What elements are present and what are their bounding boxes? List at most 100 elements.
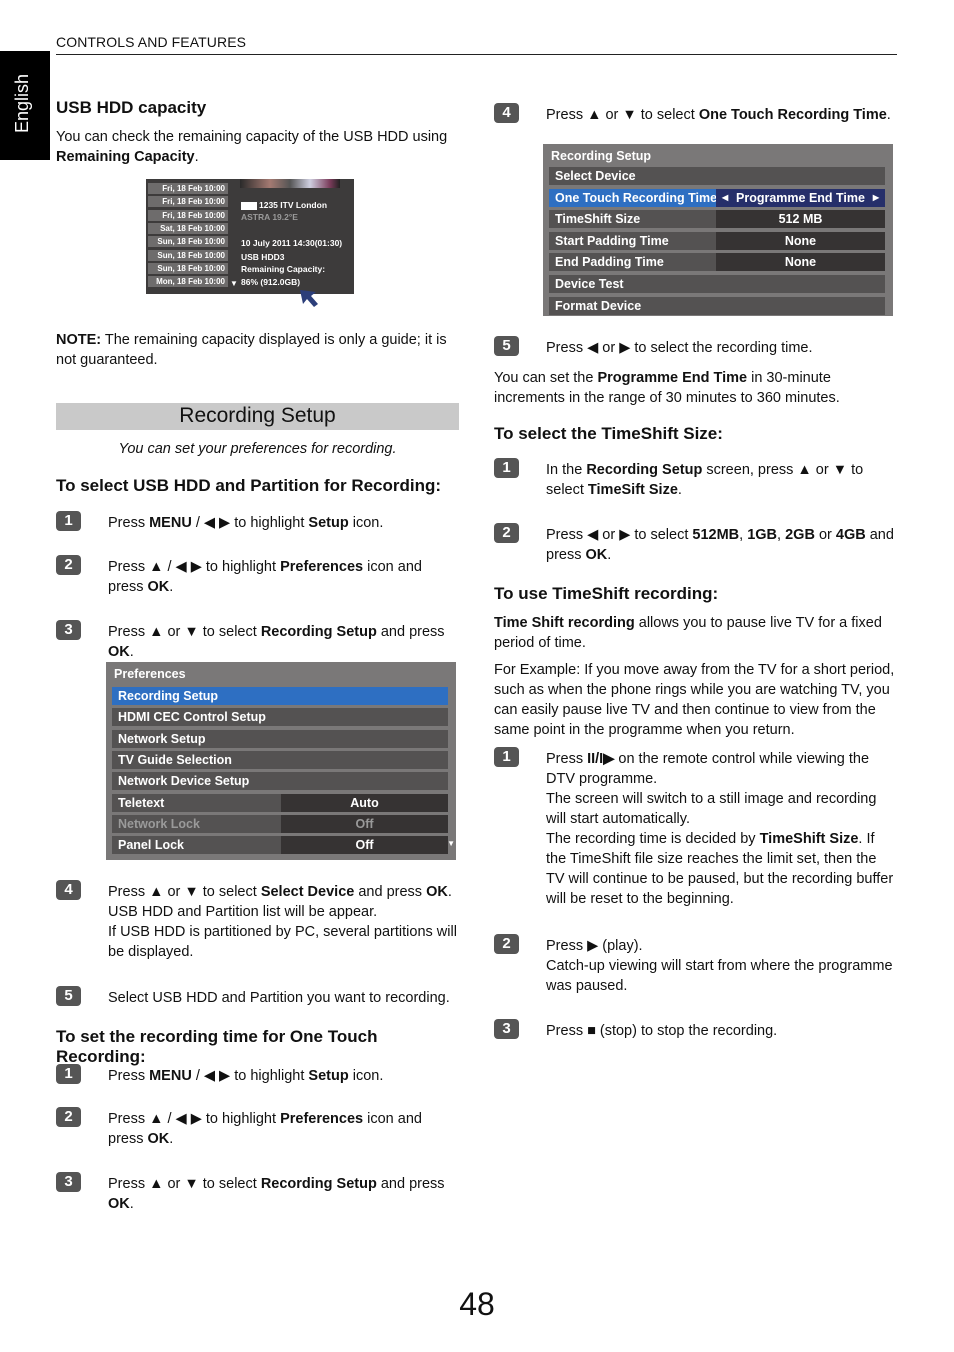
menu-item-label: Panel Lock bbox=[118, 838, 184, 853]
step-line: Catch-up viewing will start from where t… bbox=[546, 956, 898, 996]
text: . bbox=[129, 644, 134, 660]
channel-icon bbox=[241, 201, 257, 210]
menu-item-device-test[interactable]: Device Test bbox=[549, 275, 885, 293]
bold-text: 512MB bbox=[692, 527, 740, 543]
section-heading: To set the recording time for One Touch … bbox=[56, 1027, 378, 1066]
preferences-menu: Preferences Recording Setup HDMI CEC Contr… bbox=[106, 662, 456, 860]
bold-text: One Touch Recording Time bbox=[698, 107, 887, 123]
bold-text: Preferences bbox=[280, 559, 364, 575]
menu-item-panel-lock[interactable]: Panel Lock Off bbox=[112, 836, 448, 855]
channel-info: 1235 ITV London bbox=[241, 200, 327, 210]
text: If USB HDD is partitioned by PC, several… bbox=[108, 924, 457, 960]
section-header: CONTROLS AND FEATURES bbox=[56, 34, 247, 50]
step-line: Press MENU / ◀ ▶ to highlight Setup icon… bbox=[108, 1066, 460, 1086]
menu-item-one-touch-recording-time[interactable]: One Touch Recording Time ◀ ▶ Programme End … bbox=[549, 188, 885, 207]
menu-item-network-device-setup[interactable]: Network Device Setup bbox=[112, 772, 448, 791]
menu-item-timeshift-size[interactable]: TimeShift Size 512 MB bbox=[549, 210, 885, 229]
paragraph: Time Shift recording allows you to pause… bbox=[494, 613, 899, 653]
recording-setup-banner: Recording Setup bbox=[56, 403, 459, 430]
step-number-badge: 2 bbox=[494, 523, 519, 543]
section-heading: To use TimeShift recording: bbox=[494, 584, 719, 603]
step-number-badge: 5 bbox=[56, 986, 81, 1006]
language-tab: English bbox=[0, 51, 50, 160]
step-text: Press ▲ / ◀ ▶ to highlight Preferences i… bbox=[108, 1109, 460, 1149]
text: Press ▲ or ▼ to select bbox=[546, 107, 699, 123]
step-line: Press ▲ or ▼ to select Recording Setup a… bbox=[108, 622, 460, 662]
capacity-note: NOTE: The remaining capacity displayed i… bbox=[56, 330, 461, 370]
step-number-badge: 3 bbox=[494, 1019, 519, 1039]
menu-item-hdmi-cec-control-setup[interactable]: HDMI CEC Control Setup bbox=[112, 708, 448, 727]
menu-item-network-lock[interactable]: Network Lock Off bbox=[112, 814, 448, 833]
bold-text: Select Device bbox=[260, 884, 355, 900]
section-heading: To select USB HDD and Partition for Reco… bbox=[56, 476, 442, 495]
text: . bbox=[886, 107, 891, 123]
step-number-badge: 1 bbox=[494, 747, 519, 767]
menu-item-label: Device Test bbox=[555, 277, 624, 291]
menu-item-network-setup[interactable]: Network Setup bbox=[112, 729, 448, 748]
bold-text: 4GB bbox=[835, 527, 866, 543]
text: . bbox=[607, 547, 612, 563]
usb-hdd-intro: You can check the remaining capacity of … bbox=[56, 127, 461, 167]
scroll-down-icon: ▼ bbox=[230, 279, 238, 288]
page-number: 48 bbox=[459, 1286, 495, 1322]
text: , bbox=[739, 527, 748, 543]
step-text: Press ◀ or ▶ to select 512MB, 1GB, 2GB o… bbox=[546, 525, 898, 565]
language-label: English bbox=[12, 73, 32, 133]
menu-item-end-padding-time[interactable]: End Padding Time None bbox=[549, 253, 885, 272]
text: and press bbox=[376, 624, 445, 640]
menu-item-recording-setup[interactable]: Recording Setup bbox=[112, 687, 448, 705]
menu-item-value: None bbox=[716, 231, 885, 250]
step-line: For Example: If you move away from the T… bbox=[494, 660, 899, 740]
bold-text: MENU bbox=[149, 515, 192, 531]
text: Press ▲ or ▼ to select bbox=[108, 1176, 261, 1192]
menu-item-label: Select Device bbox=[555, 169, 636, 183]
text: The screen will switch to a still image … bbox=[546, 791, 877, 827]
menu-item-label: End Padding Time bbox=[555, 255, 664, 270]
menu-title: Recording Setup bbox=[551, 149, 652, 163]
text: Press ▲ / ◀ ▶ to highlight bbox=[108, 1111, 281, 1127]
menu-item-format-device[interactable]: Format Device bbox=[549, 296, 885, 315]
text: and press bbox=[354, 884, 427, 900]
right-arrow-icon[interactable]: ▶ bbox=[873, 189, 879, 207]
text: You can set the bbox=[494, 370, 598, 386]
step-text: Press ◀ or ▶ to select the recording tim… bbox=[546, 338, 898, 358]
recording-setup-menu: Recording Setup Select Device One Touch Re… bbox=[543, 144, 893, 316]
left-arrow-icon[interactable]: ◀ bbox=[722, 189, 728, 207]
bold-text: OK bbox=[147, 579, 170, 595]
step-line: The recording time is decided by TimeShi… bbox=[546, 829, 898, 909]
menu-item-teletext[interactable]: Teletext Auto bbox=[112, 793, 448, 812]
step-number-badge: 2 bbox=[56, 555, 81, 575]
step-number-badge: 4 bbox=[494, 103, 519, 123]
text: . bbox=[169, 1131, 174, 1147]
step-number-badge: 1 bbox=[56, 511, 81, 531]
text: Press ▶ (play). bbox=[546, 938, 643, 954]
step-line: If USB HDD is partitioned by PC, several… bbox=[108, 922, 460, 962]
step-line: Press ▲ or ▼ to select One Touch Recordi… bbox=[546, 105, 898, 125]
step-number-badge: 2 bbox=[56, 1107, 81, 1127]
menu-item-value: Off bbox=[281, 836, 448, 855]
bold-text: 2GB bbox=[785, 527, 815, 543]
text: For Example: If you move away from the T… bbox=[494, 662, 895, 738]
section-heading: To select the TimeShift Size: bbox=[494, 424, 723, 443]
capacity-label: Remaining Capacity: bbox=[241, 264, 326, 274]
step-number-badge: 1 bbox=[56, 1064, 81, 1084]
menu-item-start-padding-time[interactable]: Start Padding Time None bbox=[549, 231, 885, 250]
text: Select USB HDD and Partition you want to… bbox=[108, 990, 450, 1006]
scroll-down-icon[interactable]: ▼ bbox=[447, 839, 455, 848]
step-line: Press ▲ / ◀ ▶ to highlight Preferences i… bbox=[108, 1109, 460, 1149]
text: Press ■ (stop) to stop the recording. bbox=[546, 1023, 778, 1039]
bold-text: OK bbox=[108, 1196, 130, 1212]
header-divider bbox=[56, 54, 897, 55]
step-text: Select USB HDD and Partition you want to… bbox=[108, 988, 460, 1008]
text: You can check the remaining capacity of … bbox=[56, 129, 448, 145]
text: . bbox=[447, 884, 452, 900]
menu-item-tv-guide-selection[interactable]: TV Guide Selection bbox=[112, 750, 448, 769]
step-line: Press ▲ / ◀ ▶ to highlight Preferences i… bbox=[108, 557, 460, 597]
bold-text: MENU bbox=[149, 1068, 192, 1084]
text: icon. bbox=[348, 1068, 384, 1084]
menu-item-label: Network Lock bbox=[118, 816, 200, 831]
menu-item-select-device[interactable]: Select Device bbox=[549, 167, 885, 185]
step-number-badge: 4 bbox=[56, 880, 81, 900]
text: Press bbox=[108, 1068, 150, 1084]
text: / ◀ ▶ to highlight bbox=[191, 1068, 309, 1084]
